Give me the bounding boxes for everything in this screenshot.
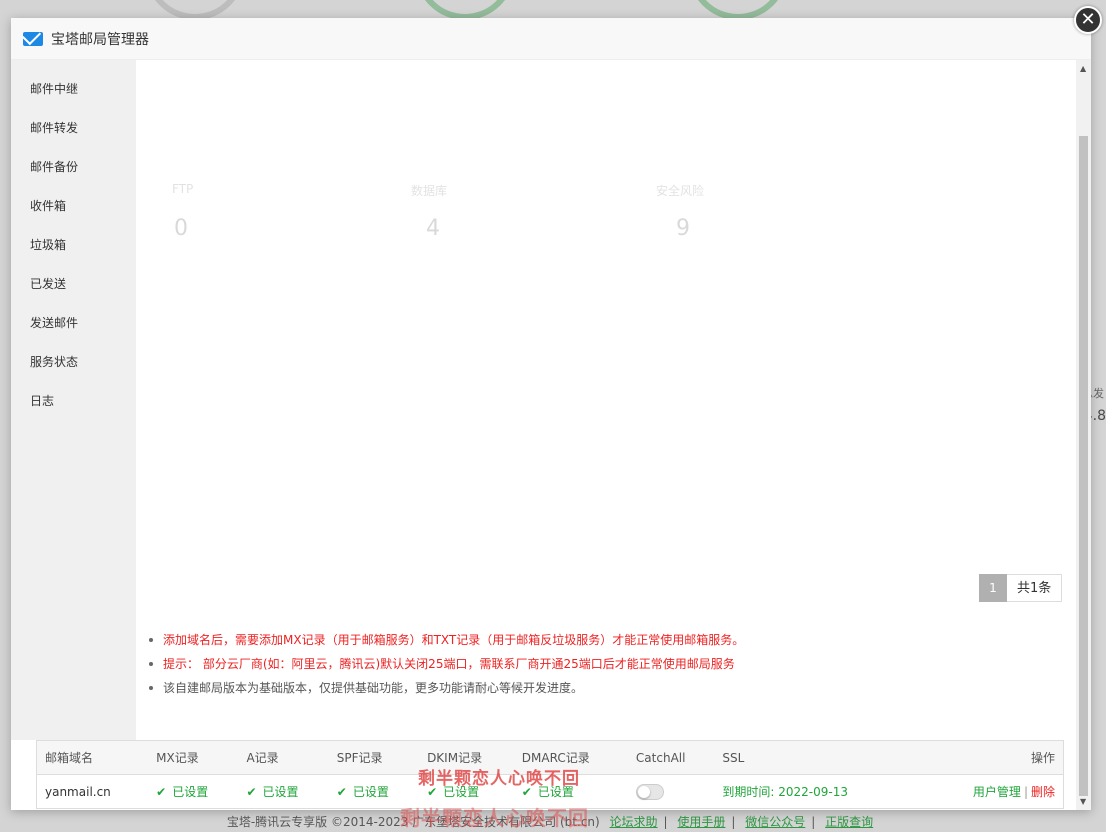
mail-manager-modal: 宝塔邮局管理器 邮件中继 邮件转发 邮件备份 收件箱 垃圾箱 已发送 发送邮件 … [11, 18, 1091, 810]
status-text: 已设置 [352, 785, 389, 799]
page-current[interactable]: 1 [979, 574, 1007, 602]
col-domain: 邮箱域名 [36, 740, 149, 775]
cell-actions: 用户管理 | 删除 [915, 774, 1065, 809]
col-ssl: SSL [714, 740, 916, 775]
col-a: A记录 [238, 740, 329, 775]
bg-stat-value: 4 [426, 216, 440, 241]
cell-mx: ✔ 已设置 [148, 774, 239, 809]
sidebar-item-forward[interactable]: 邮件转发 [11, 109, 136, 148]
check-icon: ✔ [336, 785, 347, 799]
mail-icon [23, 31, 43, 46]
sidebar-item-service-status[interactable]: 服务状态 [11, 343, 136, 382]
user-manage-link[interactable]: 用户管理 [973, 785, 1021, 799]
scroll-thumb[interactable] [1079, 136, 1088, 796]
action-separator: | [1023, 785, 1028, 799]
bg-stat-value: 0 [174, 216, 188, 241]
modal-title: 宝塔邮局管理器 [51, 31, 149, 48]
cell-catchall [627, 774, 715, 809]
sidebar-item-backup[interactable]: 邮件备份 [11, 148, 136, 187]
cell-a: ✔ 已设置 [238, 774, 329, 809]
sidebar-item-logs[interactable]: 日志 [11, 382, 136, 421]
note-item: 提示： 部分云厂商(如：阿里云，腾讯云)默认关闭25端口，需联系厂商开通25端口… [149, 652, 744, 676]
bg-stat-label: FTP [172, 182, 194, 196]
sidebar-item-spam[interactable]: 垃圾箱 [11, 226, 136, 265]
catchall-toggle[interactable] [635, 783, 664, 800]
watermark-text: 剩半颗恋人心唤不回 [418, 769, 580, 789]
sidebar: 邮件中继 邮件转发 邮件备份 收件箱 垃圾箱 已发送 发送邮件 服务状态 日志 [11, 60, 136, 740]
status-text: 已设置 [262, 785, 299, 799]
status-text: 已设置 [172, 785, 209, 799]
sidebar-item-sent[interactable]: 已发送 [11, 265, 136, 304]
col-actions: 操作 [915, 740, 1065, 775]
page-total: 共1条 [1007, 574, 1063, 602]
sidebar-item-relay[interactable]: 邮件中继 [11, 70, 136, 109]
close-button[interactable]: ✕ [1074, 6, 1102, 34]
note-item: 该自建邮局版本为基础版本，仅提供基础功能，更多功能请耐心等候开发进度。 [149, 676, 744, 700]
col-spf: SPF记录 [328, 740, 420, 775]
sidebar-item-inbox[interactable]: 收件箱 [11, 187, 136, 226]
scroll-down-icon[interactable]: ▼ [1080, 797, 1086, 806]
check-icon: ✔ [246, 785, 257, 799]
col-mx: MX记录 [148, 740, 239, 775]
bg-stat-label: 数据库 [411, 184, 448, 198]
bg-stat-label: 安全风险 [656, 184, 705, 198]
sidebar-item-compose[interactable]: 发送邮件 [11, 304, 136, 343]
note-item: 添加域名后，需要添加MX记录（用于邮箱服务）和TXT记录（用于邮箱反垃圾服务）才… [149, 628, 744, 652]
col-catchall: CatchAll [627, 740, 715, 775]
delete-link[interactable]: 删除 [1031, 785, 1055, 799]
notes-list: 添加域名后，需要添加MX记录（用于邮箱服务）和TXT记录（用于邮箱反垃圾服务）才… [149, 628, 744, 700]
scroll-up-icon[interactable]: ▲ [1080, 64, 1086, 73]
modal-title-bar: 宝塔邮局管理器 [11, 18, 1091, 60]
bg-stat-value: 9 [676, 216, 690, 241]
pagination: 1 共1条 [979, 574, 1063, 602]
cell-ssl: 到期时间: 2022-09-13 [714, 774, 916, 809]
scrollbar[interactable]: ▲ ▼ [1076, 60, 1091, 810]
cell-domain: yanmail.cn [36, 774, 149, 809]
check-icon: ✔ [156, 785, 167, 799]
watermark-text: 剩半颗恋人心唤不回 [400, 806, 589, 830]
